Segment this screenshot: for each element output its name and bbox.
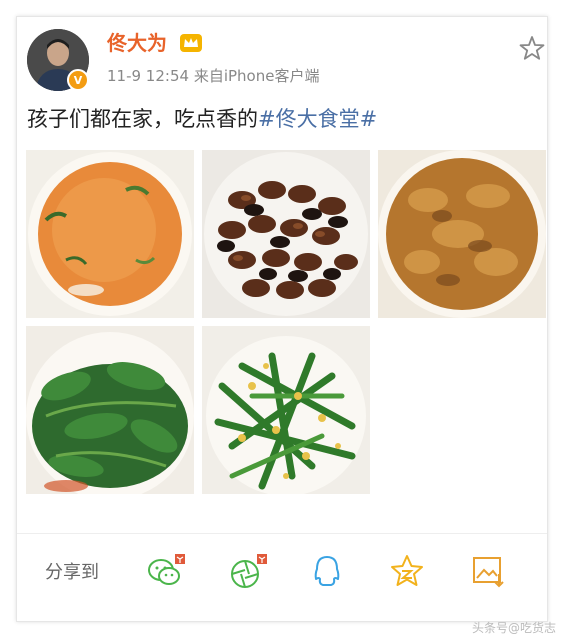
post-meta: 11-9 12:54 来自iPhone客户端 [107,65,319,86]
crown-icon [180,34,202,52]
moments-icon[interactable] [227,552,267,592]
weibo-post-card: V 佟大为 11-9 12:54 来自iPhone客户端 孩子们都在家，吃点香的… [16,16,548,622]
qzone-icon[interactable] [387,552,427,592]
post-time: 11-9 12:54 [107,67,190,85]
photo-soup[interactable] [26,150,194,318]
post-source: 来自iPhone客户端 [193,67,320,85]
post-text: 孩子们都在家，吃点香的#佟大食堂# [27,103,377,133]
favorite-star-icon[interactable] [519,35,545,61]
save-image-icon[interactable] [469,552,509,592]
share-bar: 分享到 [17,533,547,610]
photo-braised-dish[interactable] [378,150,546,318]
photo-silkworm-pupae[interactable] [202,150,370,318]
photo-greens[interactable] [26,326,194,494]
verified-badge-icon: V [67,69,89,91]
wechat-icon[interactable] [145,552,185,592]
watermark: 头条号@吃货志 [471,621,556,635]
topic-link[interactable]: #佟大食堂# [258,107,377,131]
share-label: 分享到 [45,562,99,583]
qq-icon[interactable] [307,552,347,592]
post-body: 孩子们都在家，吃点香的 [27,107,258,131]
username[interactable]: 佟大为 [107,27,167,56]
photo-green-beans[interactable] [202,326,370,494]
